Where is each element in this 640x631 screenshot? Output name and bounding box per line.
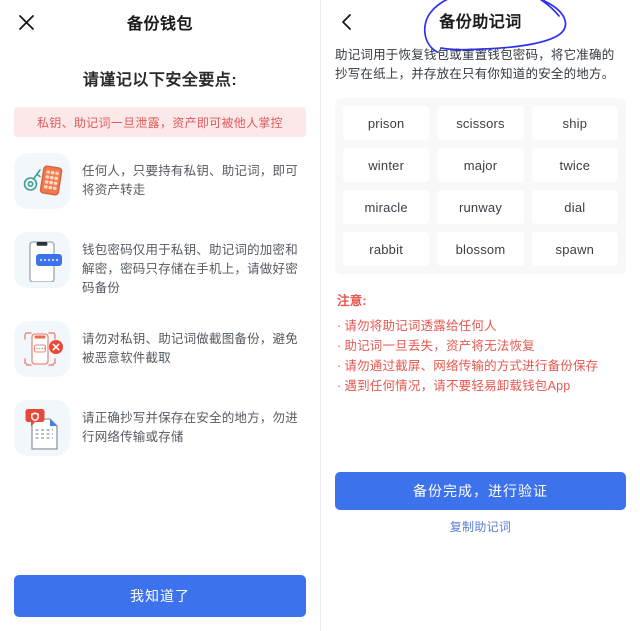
mnemonic-title-wrap: 备份助记词 (321, 0, 640, 53)
note-item: · 助记词一旦丢失，资产将无法恢复 (337, 336, 626, 356)
bullet-icon: · (337, 339, 342, 353)
tip-text: 请正确抄写并保存在安全的地方，勿进行网络传输或存储 (82, 411, 298, 444)
note-item: · 请勿通过截屏、网络传输的方式进行备份保存 (337, 356, 626, 376)
note-item: · 请勿将助记词透露给任何人 (337, 316, 626, 336)
security-heading: 请谨记以下安全要点: (82, 72, 238, 89)
bullet-icon: · (337, 379, 342, 393)
page-title: 备份钱包 (126, 16, 193, 33)
left-topbar: 备份钱包 (0, 0, 320, 44)
close-icon[interactable] (14, 10, 38, 34)
list-item[interactable]: runway (437, 190, 524, 224)
page-title: 备份助记词 (439, 14, 522, 31)
app-screen: 备份钱包 请谨记以下安全要点: 私钥、助记词一旦泄露，资产即可被他人掌控 任何人… (0, 0, 640, 631)
note-text: 请勿通过截屏、网络传输的方式进行备份保存 (344, 359, 599, 373)
list-item[interactable]: winter (343, 148, 430, 182)
leak-warning-banner: 私钥、助记词一旦泄露，资产即可被他人掌控 (14, 107, 306, 137)
secure-document-icon (14, 400, 70, 456)
copy-mnemonic-link[interactable]: 复制助记词 (321, 518, 640, 535)
mnemonic-description: 助记词用于恢复钱包或重置钱包密码，将它准确的抄写在纸上，并存放在只有你知道的安全… (335, 48, 615, 81)
backup-mnemonic-panel: 备份助记词 助记词用于恢复钱包或重置钱包密码，将它准确的抄写在纸上，并存放在只有… (320, 0, 640, 631)
note-text: 请勿将助记词透露给任何人 (344, 319, 497, 333)
confirm-understood-button[interactable]: 我知道了 (14, 575, 306, 617)
list-item[interactable]: ship (531, 106, 618, 140)
phone-password-icon (14, 232, 70, 288)
list-item[interactable]: spawn (531, 232, 618, 266)
list-item[interactable]: miracle (343, 190, 430, 224)
backup-complete-verify-button[interactable]: 备份完成，进行验证 (335, 472, 626, 510)
leak-warning-text: 私钥、助记词一旦泄露，资产即可被他人掌控 (36, 115, 283, 130)
list-item: 钱包密码仅用于私钥、助记词的加密和解密，密码只存储在手机上，请做好密码备份 (14, 232, 306, 298)
note-item: · 遇到任何情况，请不要轻易卸载钱包App (337, 376, 626, 396)
bullet-icon: · (337, 359, 342, 373)
note-text: 遇到任何情况，请不要轻易卸载钱包App (344, 379, 571, 393)
notes-section: 注意: · 请勿将助记词透露给任何人 · 助记词一旦丢失，资产将无法恢复 · 请勿通过… (337, 290, 626, 396)
list-item[interactable]: prison (343, 106, 430, 140)
list-item: 请勿对私钥、助记词做截图备份，避免被恶意软件截取 (14, 321, 306, 377)
list-item[interactable]: blossom (437, 232, 524, 266)
bullet-icon: · (337, 319, 342, 333)
list-item[interactable]: dial (531, 190, 618, 224)
right-topbar: 备份助记词 (321, 0, 640, 53)
tip-text: 任何人，只要持有私钥、助记词，即可将资产转走 (82, 164, 298, 197)
security-tips-list: 任何人，只要持有私钥、助记词，即可将资产转走 钱包密码仅用于私钥、助记词的加密和… (0, 153, 320, 456)
tip-text: 请勿对私钥、助记词做截图备份，避免被恶意软件截取 (82, 332, 298, 365)
list-item[interactable]: rabbit (343, 232, 430, 266)
notes-title: 注意: (337, 294, 367, 308)
list-item[interactable]: twice (531, 148, 618, 182)
list-item[interactable]: major (437, 148, 524, 182)
no-screenshot-icon (14, 321, 70, 377)
key-keypad-icon (14, 153, 70, 209)
tip-text: 钱包密码仅用于私钥、助记词的加密和解密，密码只存储在手机上，请做好密码备份 (82, 243, 298, 295)
list-item: 请正确抄写并保存在安全的地方，勿进行网络传输或存储 (14, 400, 306, 456)
note-text: 助记词一旦丢失，资产将无法恢复 (344, 339, 535, 353)
list-item[interactable]: scissors (437, 106, 524, 140)
list-item: 任何人，只要持有私钥、助记词，即可将资产转走 (14, 153, 306, 209)
mnemonic-word-grid: prison scissors ship winter major twice … (335, 98, 626, 274)
backup-wallet-panel: 备份钱包 请谨记以下安全要点: 私钥、助记词一旦泄露，资产即可被他人掌控 任何人… (0, 0, 320, 631)
